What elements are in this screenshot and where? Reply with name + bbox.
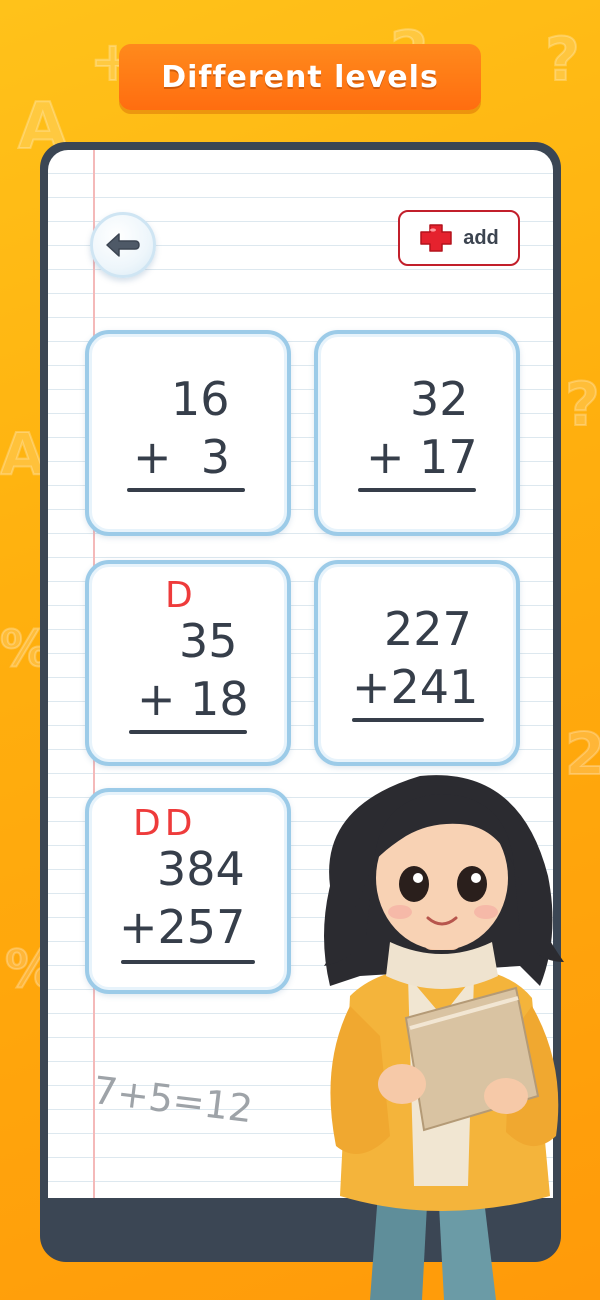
back-arrow-icon — [106, 233, 140, 257]
red-cross-plus-icon — [420, 224, 452, 252]
levels-banner: Different levels — [119, 44, 481, 110]
problem-top-number: 227 — [384, 602, 472, 656]
problem-bottom-number: + 17 — [366, 430, 478, 484]
problem-top-number: 32 — [410, 372, 469, 426]
problem-card[interactable]: 16 + 3 — [85, 330, 291, 536]
carry-mark: D — [165, 575, 197, 616]
problem-card[interactable]: 227 +241 — [314, 560, 520, 766]
mascot-girl-illustration — [324, 775, 564, 1300]
sum-line — [127, 488, 245, 492]
sum-line — [358, 488, 476, 492]
doodle-a2: A — [0, 419, 46, 489]
handwritten-equation: 7+5=12 — [90, 1068, 256, 1132]
sum-line — [121, 960, 255, 964]
doodle-q2: ? — [564, 369, 600, 441]
problem-top-number: 16 — [171, 372, 230, 426]
problem-card[interactable]: 32 + 17 — [314, 330, 520, 536]
sum-line — [129, 730, 247, 734]
problem-top-number: 35 — [179, 614, 238, 668]
problem-bottom-number: +241 — [352, 660, 479, 714]
problem-bottom-number: + 3 — [133, 430, 231, 484]
carry-mark: DD — [133, 803, 197, 844]
problem-top-number: 384 — [157, 842, 245, 896]
add-label: add — [463, 226, 499, 249]
problem-bottom-number: +257 — [119, 900, 246, 954]
sum-line — [352, 718, 484, 722]
back-button[interactable] — [90, 212, 156, 278]
problem-bottom-number: + 18 — [137, 672, 249, 726]
problem-card[interactable]: D 35 + 18 — [85, 560, 291, 766]
add-button[interactable]: add — [398, 210, 520, 266]
doodle-q: ? — [544, 24, 581, 96]
banner-title: Different levels — [161, 59, 439, 95]
problem-card[interactable]: DD 384 +257 — [85, 788, 291, 994]
